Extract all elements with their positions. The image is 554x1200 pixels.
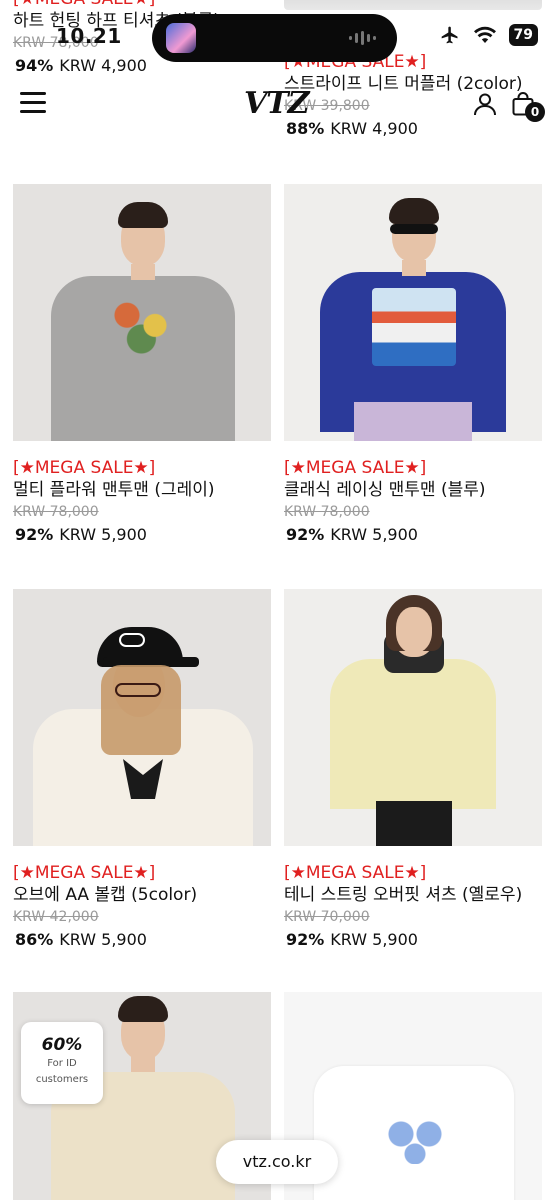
cart-count-badge: 0 <box>525 102 545 122</box>
product-name[interactable]: 테니 스트링 오버핏 셔츠 (옐로우) <box>284 884 542 906</box>
system-icons: 79 <box>439 24 538 46</box>
wifi-icon <box>473 26 496 43</box>
product-card[interactable]: [★MEGA SALE★] 오브에 AA 볼캡 (5color) KRW 42,… <box>13 589 271 951</box>
clock: 10.21 <box>56 24 122 48</box>
discount-percent: 92% <box>15 525 54 544</box>
original-price: KRW 78,000 <box>284 504 370 520</box>
discount-percent: 92% <box>286 930 325 949</box>
user-account-icon[interactable] <box>473 92 497 116</box>
sale-tag: [★MEGA SALE★] <box>13 458 156 478</box>
sale-tag: [★MEGA SALE★] <box>284 458 427 478</box>
sale-tag: [★MEGA SALE★] <box>13 0 271 10</box>
coupon-line-2: customers <box>35 1074 89 1085</box>
id-customer-coupon[interactable]: 60% For ID customers <box>21 1022 103 1104</box>
product-image[interactable] <box>284 589 542 846</box>
sale-tag: [★MEGA SALE★] <box>284 863 427 883</box>
coupon-percent: 60% <box>41 1035 83 1055</box>
product-card[interactable]: [★MEGA SALE★] 테니 스트링 오버핏 셔츠 (옐로우) KRW 70… <box>284 589 542 951</box>
airplane-icon <box>441 26 458 44</box>
product-image[interactable] <box>13 184 271 441</box>
price-line: 92% KRW 5,900 <box>284 524 542 546</box>
coupon-line-1: For ID <box>47 1058 77 1069</box>
product-image[interactable] <box>13 589 271 846</box>
price-line: 92% KRW 5,900 <box>13 524 271 546</box>
sale-tag: [★MEGA SALE★] <box>13 863 156 883</box>
product-image-peek[interactable] <box>284 0 542 10</box>
now-playing-app-icon <box>166 23 196 53</box>
product-name[interactable]: 클래식 레이싱 맨투맨 (블루) <box>284 479 542 501</box>
price-line: 92% KRW 5,900 <box>284 929 542 951</box>
address-bar[interactable]: vtz.co.kr <box>216 1140 338 1184</box>
original-price: KRW 70,000 <box>284 909 370 925</box>
product-name[interactable]: 멀티 플라워 맨투맨 (그레이) <box>13 479 271 501</box>
status-bar: 10.21 79 <box>0 14 554 62</box>
hamburger-menu-icon[interactable] <box>20 92 46 114</box>
dynamic-island[interactable] <box>152 14 397 62</box>
discount-percent: 92% <box>286 525 325 544</box>
product-card[interactable]: [★MEGA SALE★] 클래식 레이싱 맨투맨 (블루) KRW 78,00… <box>284 184 542 546</box>
sale-price: KRW 5,900 <box>59 525 147 544</box>
product-name[interactable]: 오브에 AA 볼캡 (5color) <box>13 884 271 906</box>
product-card[interactable]: [★MEGA SALE★] 멀티 플라워 맨투맨 (그레이) KRW 78,00… <box>13 184 271 546</box>
sale-price: KRW 5,900 <box>330 930 418 949</box>
product-image[interactable] <box>284 184 542 441</box>
site-header: VTZ <box>0 82 554 128</box>
original-price: KRW 42,000 <box>13 909 99 925</box>
sale-price: KRW 5,900 <box>330 525 418 544</box>
brand-logo[interactable]: VTZ <box>244 86 309 121</box>
discount-percent: 86% <box>15 930 54 949</box>
audio-wave-icon <box>349 31 379 45</box>
original-price: KRW 78,000 <box>13 504 99 520</box>
battery-indicator: 79 <box>508 24 538 46</box>
sale-price: KRW 5,900 <box>59 930 147 949</box>
price-line: 86% KRW 5,900 <box>13 929 271 951</box>
